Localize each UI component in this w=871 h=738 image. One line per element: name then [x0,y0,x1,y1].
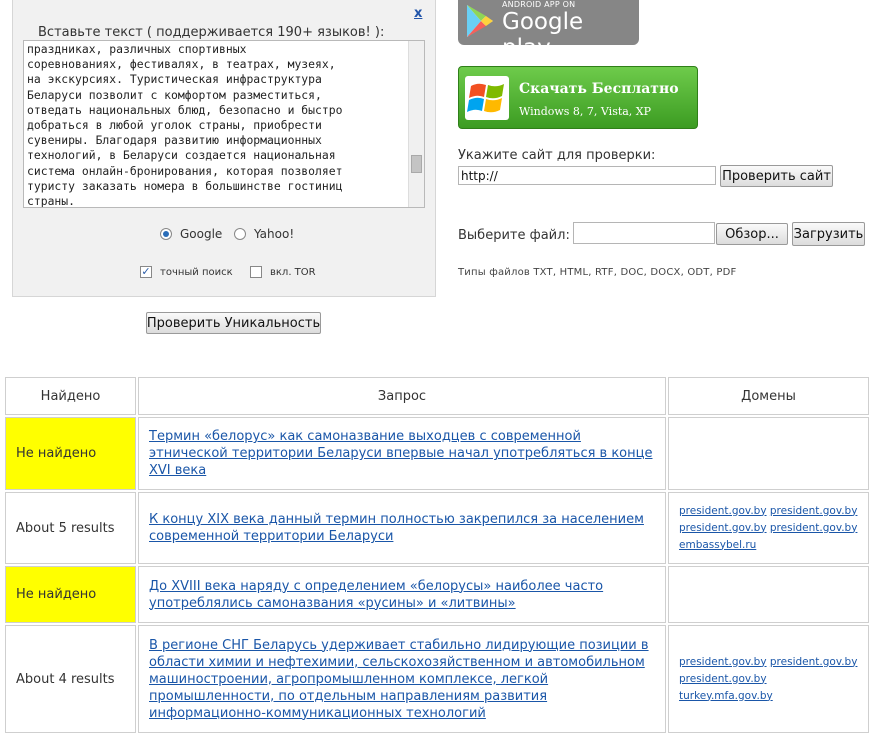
table-row: Не найдено До XVIII века наряду с определ… [5,566,869,623]
file-types-note: Типы файлов TXT, HTML, RTF, DOC, DOCX, O… [458,267,737,278]
table-row: About 5 results К концу XIX века данный т… [5,492,869,564]
domains-cell [668,566,869,623]
query-cell: К концу XIX века данный термин полностью… [138,492,666,564]
table-row: About 4 results В регионе СНГ Беларусь уд… [5,625,869,733]
found-cell: Не найдено [5,566,136,623]
download-subtitle: Windows 8, 7, Vista, XP [519,105,652,118]
text-line: на экскурсиях. Туристическая инфраструкт… [27,72,322,87]
domain-link[interactable]: president.gov.by [679,505,767,517]
download-free-button[interactable]: Скачать Бесплатно Windows 8, 7, Vista, X… [458,66,698,129]
engine-google-option[interactable]: Google [160,227,222,241]
text-line: страны. [27,194,76,208]
text-prompt-label: Вставьте текст ( поддерживается 190+ язы… [38,25,385,40]
site-check-label: Укажите сайт для проверки: [458,148,656,163]
domain-link[interactable]: president.gov.by [679,656,767,668]
query-cell: Термин «белорус» как самоназвание выходц… [138,417,666,490]
tor-option[interactable]: вкл. TOR [250,266,316,278]
text-line: праздниках, различных спортивных [27,42,247,56]
query-link[interactable]: В регионе СНГ Беларусь удерживает стабил… [149,638,649,721]
domain-link[interactable]: president.gov.by [679,522,767,534]
source-text-content: праздниках, различных спортивных соревнов… [27,42,409,208]
domains-cell [668,417,869,490]
domain-link[interactable]: president.gov.by [770,522,858,534]
found-cell: About 5 results [5,492,136,564]
textarea-scrollbar[interactable] [408,41,424,207]
yahoo-radio[interactable] [234,228,246,240]
google-radio-label: Google [180,227,223,241]
file-select-label: Выберите файл: [458,228,570,243]
windows-logo-icon [465,76,509,120]
google-play-caption: ANDROID APP ON [502,0,576,9]
download-title: Скачать Бесплатно [519,81,679,97]
found-cell: Не найдено [5,417,136,490]
text-line: система онлайн-бронирования, которая поз… [27,163,343,178]
yahoo-radio-label: Yahoo! [254,227,295,241]
found-cell: About 4 results [5,625,136,733]
close-link[interactable]: x [414,6,422,21]
text-line: отведать национальных блюд, безопасно и … [27,102,343,117]
domain-link[interactable]: turkey.mfa.gov.by [679,690,773,702]
table-header-row: Найдено Запрос Домены [5,377,869,415]
upload-button[interactable]: Загрузить [792,222,865,246]
domain-link[interactable]: embassybel.ru [679,539,756,551]
check-site-button[interactable]: Проверить сайт [720,165,833,187]
query-cell: До XVIII века наряду с определением «бел… [138,566,666,623]
text-line: добраться в любой уголок страны, приобре… [27,118,322,133]
text-line: сувениры. Благодаря развитию информацион… [27,133,322,148]
header-query: Запрос [138,377,666,415]
text-line: Беларуси позволит с комфортом разместить… [27,87,322,102]
google-radio[interactable] [160,228,172,240]
query-link[interactable]: К концу XIX века данный термин полностью… [149,512,644,544]
header-domains: Домены [668,377,869,415]
exact-search-label: точный поиск [160,266,233,278]
source-text-area[interactable]: праздниках, различных спортивных соревнов… [23,40,425,208]
browse-button[interactable]: Обзор... [716,223,788,245]
domain-link[interactable]: president.gov.by [770,505,858,517]
exact-search-checkbox[interactable]: ✓ [140,266,152,278]
tor-label: вкл. TOR [270,266,316,278]
domains-cell: president.gov.by president.gov.by preside… [668,625,869,733]
query-link[interactable]: До XVIII века наряду с определением «бел… [149,579,603,611]
text-line: соревнованиях, фестивалях, в театрах, му… [27,57,336,72]
tor-checkbox[interactable] [250,266,262,278]
check-uniqueness-button[interactable]: Проверить Уникальность [146,312,321,334]
header-found: Найдено [5,377,136,415]
scrollbar-thumb[interactable] [411,155,422,173]
domain-link[interactable]: president.gov.by [679,673,767,685]
query-cell: В регионе СНГ Беларусь удерживает стабил… [138,625,666,733]
domains-cell: president.gov.by president.gov.by preside… [668,492,869,564]
table-row: Не найдено Термин «белорус» как самоназва… [5,417,869,490]
google-play-title: Google play [502,9,584,61]
exact-search-option[interactable]: ✓ точный поиск [140,266,233,278]
engine-yahoo-option[interactable]: Yahoo! [234,227,294,241]
text-line: туристу заказать номера в большинстве го… [27,178,343,193]
google-play-icon [467,5,493,37]
query-link[interactable]: Термин «белорус» как самоназвание выходц… [149,429,652,478]
results-table: Найдено Запрос Домены Не найдено Термин «… [3,375,871,735]
site-url-input[interactable]: http:// [458,166,716,185]
google-play-badge[interactable]: ANDROID APP ON Google play [458,0,639,61]
file-path-input[interactable] [573,222,715,244]
text-line: технологий, в Беларуси создается национа… [27,148,336,163]
domain-link[interactable]: president.gov.by [770,656,858,668]
